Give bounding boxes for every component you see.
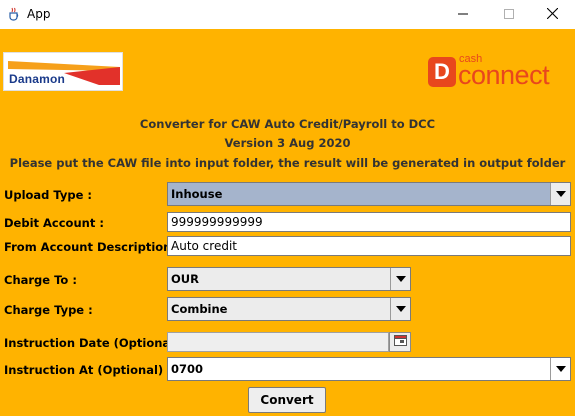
danamon-brand-text: Danamon [9,72,66,86]
convert-button[interactable]: Convert [248,387,326,413]
debit-account-value: 999999999999 [171,215,263,229]
version-text: Version 3 Aug 2020 [224,136,351,150]
minimize-icon [458,8,468,22]
minimize-button[interactable] [440,0,486,29]
instruction-date-label: Instruction Date (Optional) : [4,336,188,350]
from-account-description-label: From Account Description : [4,240,180,254]
upload-type-select[interactable]: Inhouse [167,182,571,206]
instruction-text: Please put the CAW file into input folde… [9,156,566,170]
main-panel: Danamon D cash connect Converter for CAW… [0,29,575,416]
chevron-down-icon[interactable] [390,298,410,320]
charge-to-value: OUR [171,272,199,286]
charge-to-select[interactable]: OUR [167,267,411,291]
cashconnect-d-icon: D [428,57,456,87]
debit-account-label: Debit Account : [4,216,104,230]
close-button[interactable] [529,0,575,29]
upload-type-label: Upload Type : [4,188,93,202]
maximize-button[interactable] [486,0,532,29]
chevron-down-icon[interactable] [550,358,570,380]
page-title: Converter for CAW Auto Credit/Payroll to… [139,117,436,131]
title-bar: App [0,0,575,29]
instruction-at-select[interactable]: 0700 [167,357,571,381]
date-picker-button[interactable] [389,332,411,352]
danamon-logo: Danamon [3,52,123,91]
upload-type-value: Inhouse [171,187,223,201]
charge-type-label: Charge Type : [4,303,93,317]
instruction-at-value: 0700 [171,362,204,376]
java-cup-icon [7,7,21,21]
charge-type-select[interactable]: Combine [167,297,411,321]
charge-to-label: Charge To : [4,273,77,287]
maximize-icon [504,8,514,22]
chevron-down-icon[interactable] [550,183,570,205]
from-account-description-value: Auto credit [171,239,237,253]
instruction-date-field[interactable] [167,332,389,352]
window-title: App [27,7,51,21]
chevron-down-icon[interactable] [390,268,410,290]
charge-type-value: Combine [171,302,228,316]
calendar-icon [393,335,407,349]
debit-account-field[interactable]: 999999999999 [167,212,571,232]
close-icon [546,7,558,22]
cashconnect-word: connect [458,60,550,90]
cashconnect-logo: D cash connect [428,53,568,90]
instruction-at-label: Instruction At (Optional) : [4,363,172,377]
from-account-description-field[interactable]: Auto credit [167,236,571,256]
